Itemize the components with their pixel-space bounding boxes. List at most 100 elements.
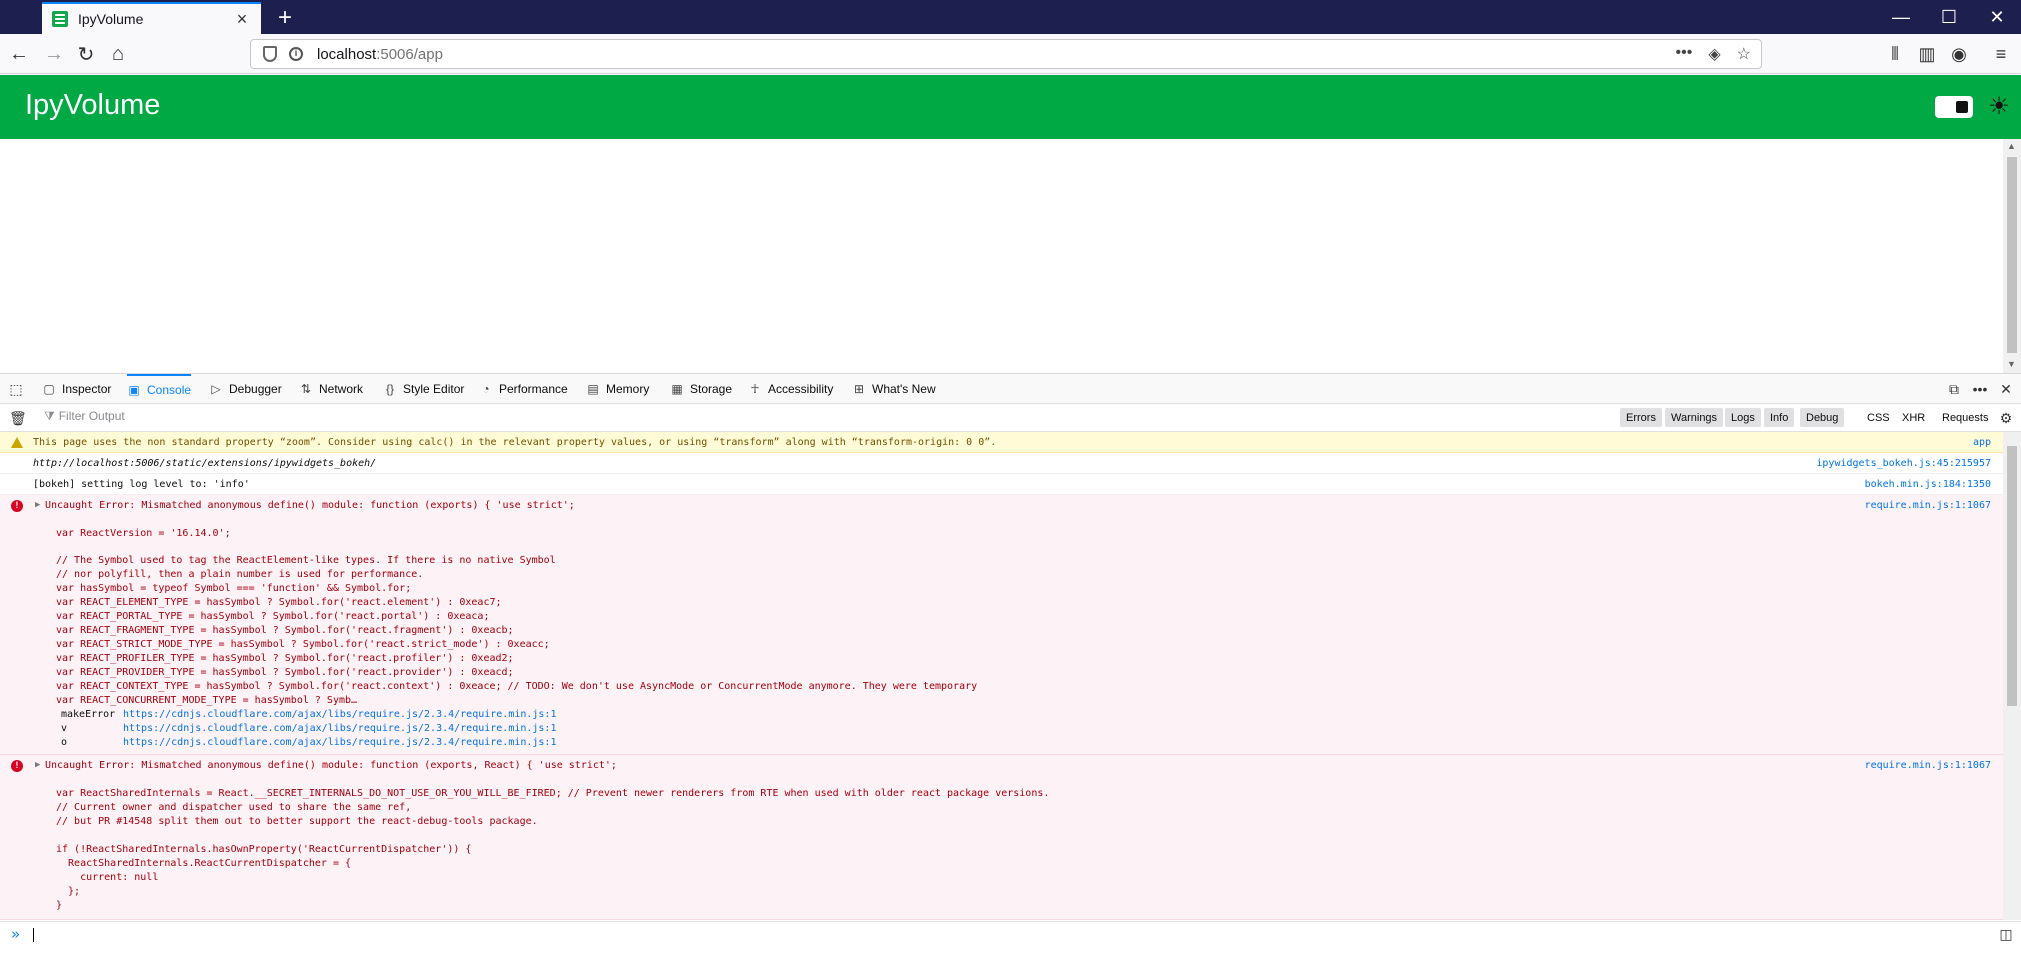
tab-inspector[interactable]: ▢ Inspector xyxy=(42,374,111,404)
stack-function: makeError xyxy=(61,709,116,720)
minimize-icon[interactable]: — xyxy=(1877,0,1925,34)
editor-mode-icon[interactable]: ◫ xyxy=(1998,926,2014,942)
tab-memory[interactable]: ▤ Memory xyxy=(586,374,649,404)
error-source-link[interactable]: require.min.js:1:1067 xyxy=(1865,499,1991,513)
expand-arrow-icon[interactable]: ▶ xyxy=(35,759,40,773)
devtools-close-icon[interactable]: ✕ xyxy=(1998,381,2014,397)
console-scrollbar-thumb[interactable] xyxy=(2007,446,2017,706)
filter-css[interactable]: CSS xyxy=(1861,408,1896,427)
library-icon[interactable]: ⫴ xyxy=(1881,40,1909,68)
sun-icon[interactable]: ☀ xyxy=(1987,95,2011,119)
console-error-row: ! ▶ Uncaught Error: Mismatched anonymous… xyxy=(0,495,2003,755)
dock-icon[interactable]: ⧉ xyxy=(1946,381,1962,397)
tab-whats-new[interactable]: ⊞ What's New xyxy=(852,374,936,404)
console-scrollbar[interactable] xyxy=(2003,432,2021,920)
error-source-link[interactable]: require.min.js:1:1067 xyxy=(1865,759,1991,773)
page-actions-icon[interactable]: ••• xyxy=(1676,44,1693,64)
reload-icon[interactable]: ↻ xyxy=(72,40,100,68)
menu-icon[interactable]: ≡ xyxy=(1987,40,2015,68)
tab-label: Style Editor xyxy=(403,382,465,396)
forward-icon[interactable]: → xyxy=(40,40,68,68)
site-info-icon[interactable]: i xyxy=(289,47,303,61)
filter-errors[interactable]: Errors xyxy=(1620,408,1662,427)
settings-gear-icon[interactable]: ⚙ xyxy=(1998,410,2014,426)
bookmark-star-icon[interactable]: ☆ xyxy=(1737,44,1751,64)
gift-icon: ⊞ xyxy=(853,382,865,396)
navigation-toolbar: ← → ↻ ⌂ i localhost:5006/app ••• ◈ ☆ ⫴ ▥… xyxy=(0,34,2021,74)
prompt-chevron-icon: » xyxy=(11,925,21,943)
element-picker-icon[interactable]: ⬚ xyxy=(8,381,24,397)
error-code-line: var REACT_FRAGMENT_TYPE = hasSymbol ? Sy… xyxy=(56,625,514,636)
error-code-line: }; xyxy=(56,886,81,897)
pocket-icon[interactable]: ◈ xyxy=(1708,44,1720,64)
trash-icon[interactable]: 🗑 xyxy=(9,410,27,426)
tab-close-icon[interactable]: × xyxy=(233,9,251,30)
account-icon[interactable]: ◉ xyxy=(1945,40,1973,68)
tab-console[interactable]: ▣ Console xyxy=(127,374,192,404)
console-input[interactable]: » ◫ xyxy=(0,921,2021,947)
storage-icon: ▦ xyxy=(671,382,683,396)
tracking-protection-icon[interactable] xyxy=(263,46,277,62)
log-source-link[interactable]: ipywidgets_bokeh.js:45:215957 xyxy=(1816,457,1991,471)
url-actions: ••• ◈ ☆ xyxy=(1676,44,1751,64)
error-code-line: var ReactVersion = '16.14.0'; xyxy=(56,528,231,539)
filter-warnings[interactable]: Warnings xyxy=(1665,408,1724,427)
error-code-line: var REACT_PROVIDER_TYPE = hasSymbol ? Sy… xyxy=(56,667,514,678)
memory-icon: ▤ xyxy=(587,382,599,396)
tab-label: What's New xyxy=(872,382,936,396)
style-editor-icon: {} xyxy=(385,382,394,396)
tab-performance[interactable]: ◔ Performance xyxy=(479,374,567,404)
console-error-row: ! ▶ Uncaught Error: Mismatched anonymous… xyxy=(0,755,2003,920)
error-code-line: var REACT_PROFILER_TYPE = hasSymbol ? Sy… xyxy=(56,653,514,664)
page-scrollbar[interactable]: ▲ ▼ xyxy=(2003,139,2021,373)
filter-output-input[interactable]: ⧩ Filter Output xyxy=(44,409,125,424)
filter-logs[interactable]: Logs xyxy=(1725,408,1761,427)
console-log-row: [bokeh] setting log level to: 'info' bok… xyxy=(0,474,2003,495)
stack-url-link[interactable]: https://cdnjs.cloudflare.com/ajax/libs/r… xyxy=(123,708,556,722)
url-host: localhost xyxy=(317,45,377,63)
error-code-line: // The Symbol used to tag the ReactEleme… xyxy=(56,555,556,566)
log-source-link[interactable]: bokeh.min.js:184:1350 xyxy=(1865,478,1991,492)
home-icon[interactable]: ⌂ xyxy=(104,40,132,68)
warning-source-link[interactable]: app xyxy=(1973,436,1991,450)
stack-url-link[interactable]: https://cdnjs.cloudflare.com/ajax/libs/r… xyxy=(123,736,556,750)
app-header: IpyVolume ☀ xyxy=(0,75,2021,139)
error-text: Uncaught Error: Mismatched anonymous def… xyxy=(45,760,617,771)
performance-icon: ◔ xyxy=(482,382,490,396)
error-code-line: current: null xyxy=(56,872,159,883)
url-path: :5006/app xyxy=(376,45,443,63)
url-bar[interactable]: i localhost:5006/app ••• ◈ ☆ xyxy=(250,39,1762,69)
tab-label: Network xyxy=(319,382,364,396)
tab-label: Accessibility xyxy=(768,382,834,396)
scroll-down-icon[interactable]: ▼ xyxy=(2007,359,2016,369)
filter-info[interactable]: Info xyxy=(1764,408,1795,427)
theme-toggle[interactable] xyxy=(1935,96,1973,118)
console-log-row: http://localhost:5006/static/extensions/… xyxy=(0,453,2003,474)
tab-storage[interactable]: ▦ Storage xyxy=(670,374,732,404)
tab-accessibility[interactable]: ☥ Accessibility xyxy=(748,374,834,404)
close-window-icon[interactable]: ✕ xyxy=(1973,0,2021,34)
filter-requests[interactable]: Requests xyxy=(1936,408,1994,427)
back-icon[interactable]: ← xyxy=(5,40,33,68)
scrollbar-thumb[interactable] xyxy=(2007,157,2017,353)
maximize-icon[interactable]: ☐ xyxy=(1925,0,1973,34)
error-code-line: var hasSymbol = typeof Symbol === 'funct… xyxy=(56,583,412,594)
url-text: localhost:5006/app xyxy=(317,46,443,63)
log-text: [bokeh] setting log level to: 'info' xyxy=(33,479,250,490)
error-code-line: // Current owner and dispatcher used to … xyxy=(56,802,412,813)
log-text[interactable]: http://localhost:5006/static/extensions/… xyxy=(33,457,376,471)
tab-debugger[interactable]: ▷ Debugger xyxy=(209,374,281,404)
new-tab-button[interactable]: + xyxy=(272,4,298,32)
filter-debug[interactable]: Debug xyxy=(1800,408,1845,427)
devtools-menu-icon[interactable]: ••• xyxy=(1972,381,1988,397)
error-code-line: var REACT_ELEMENT_TYPE = hasSymbol ? Sym… xyxy=(56,597,502,608)
tab-network[interactable]: ⇅ Network xyxy=(299,374,363,404)
scroll-up-icon[interactable]: ▲ xyxy=(2007,141,2016,151)
expand-arrow-icon[interactable]: ▶ xyxy=(35,499,40,513)
stack-url-link[interactable]: https://cdnjs.cloudflare.com/ajax/libs/r… xyxy=(123,722,556,736)
sidebar-icon[interactable]: ▥ xyxy=(1913,40,1941,68)
filter-icon: ⧩ xyxy=(44,409,55,423)
tab-style-editor[interactable]: {} Style Editor xyxy=(383,374,464,404)
filter-xhr[interactable]: XHR xyxy=(1896,408,1931,427)
browser-tab[interactable]: IpyVolume × xyxy=(42,2,261,34)
